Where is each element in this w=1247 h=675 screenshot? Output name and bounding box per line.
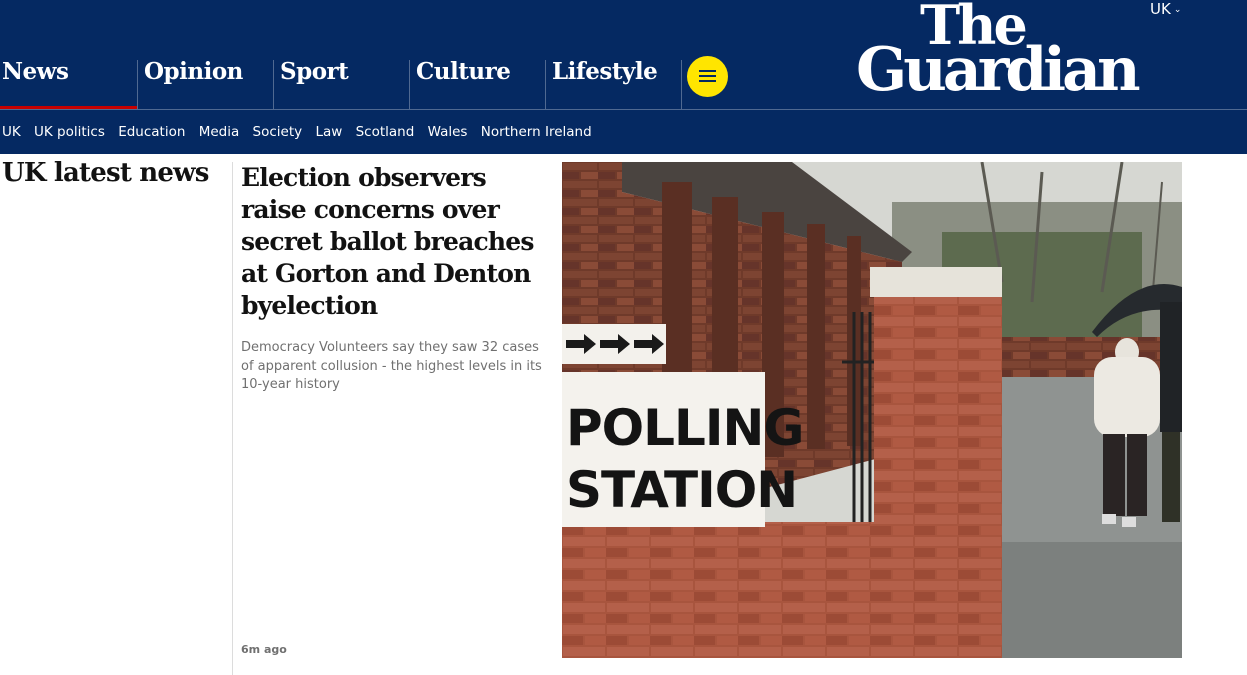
menu-button[interactable] bbox=[687, 56, 728, 97]
article-image[interactable]: POLLING STATION bbox=[562, 162, 1182, 658]
sign-text-line-2: STATION bbox=[566, 461, 797, 519]
subnav-item-society[interactable]: Society bbox=[253, 124, 303, 140]
column-divider bbox=[232, 162, 233, 675]
article-timestamp: 6m ago bbox=[241, 643, 287, 656]
road-reflection bbox=[992, 542, 1182, 658]
pillar-culture[interactable]: Culture bbox=[409, 60, 546, 110]
pillar-label: News bbox=[2, 58, 69, 85]
pillar-opinion[interactable]: Opinion bbox=[137, 60, 274, 110]
article-headline[interactable]: Election observers raise concerns over s… bbox=[241, 162, 551, 322]
subnav: UK UK politics Education Media Society L… bbox=[2, 124, 601, 140]
subnav-item-education[interactable]: Education bbox=[118, 124, 185, 140]
sign-text-line-1: POLLING bbox=[566, 399, 803, 457]
pillar-news[interactable]: News bbox=[0, 60, 138, 110]
subnav-item-law[interactable]: Law bbox=[315, 124, 342, 140]
hamburger-icon-line bbox=[699, 75, 716, 77]
pillar-cap bbox=[870, 267, 1002, 297]
section-title[interactable]: UK latest news bbox=[2, 158, 209, 188]
logo-line-2: Guardian bbox=[856, 35, 1141, 105]
subnav-item-northern-ireland[interactable]: Northern Ireland bbox=[481, 124, 592, 140]
site-header: UK ⌄ The Guardian News Opinion Sport Cult… bbox=[0, 0, 1247, 154]
subnav-item-wales[interactable]: Wales bbox=[428, 124, 468, 140]
front-wall bbox=[562, 522, 1002, 658]
guardian-logo[interactable]: The Guardian bbox=[850, 0, 1190, 106]
header-divider bbox=[0, 109, 1247, 110]
subnav-item-uk-politics[interactable]: UK politics bbox=[34, 124, 105, 140]
subnav-item-uk[interactable]: UK bbox=[2, 124, 21, 140]
hamburger-icon-line bbox=[699, 80, 716, 82]
arrow-sign bbox=[562, 324, 666, 364]
pillar-label: Opinion bbox=[144, 58, 243, 85]
pillar-label: Lifestyle bbox=[552, 58, 658, 85]
pillar-lifestyle[interactable]: Lifestyle bbox=[545, 60, 682, 110]
subnav-item-media[interactable]: Media bbox=[199, 124, 240, 140]
subnav-item-scotland[interactable]: Scotland bbox=[356, 124, 415, 140]
pillar-label: Culture bbox=[416, 58, 511, 85]
pillar-label: Sport bbox=[280, 58, 349, 85]
hamburger-icon bbox=[699, 70, 716, 72]
pillar-sport[interactable]: Sport bbox=[273, 60, 410, 110]
article-standfirst: Democracy Volunteers say they saw 32 cas… bbox=[241, 340, 542, 392]
pillar-divider bbox=[681, 60, 682, 110]
